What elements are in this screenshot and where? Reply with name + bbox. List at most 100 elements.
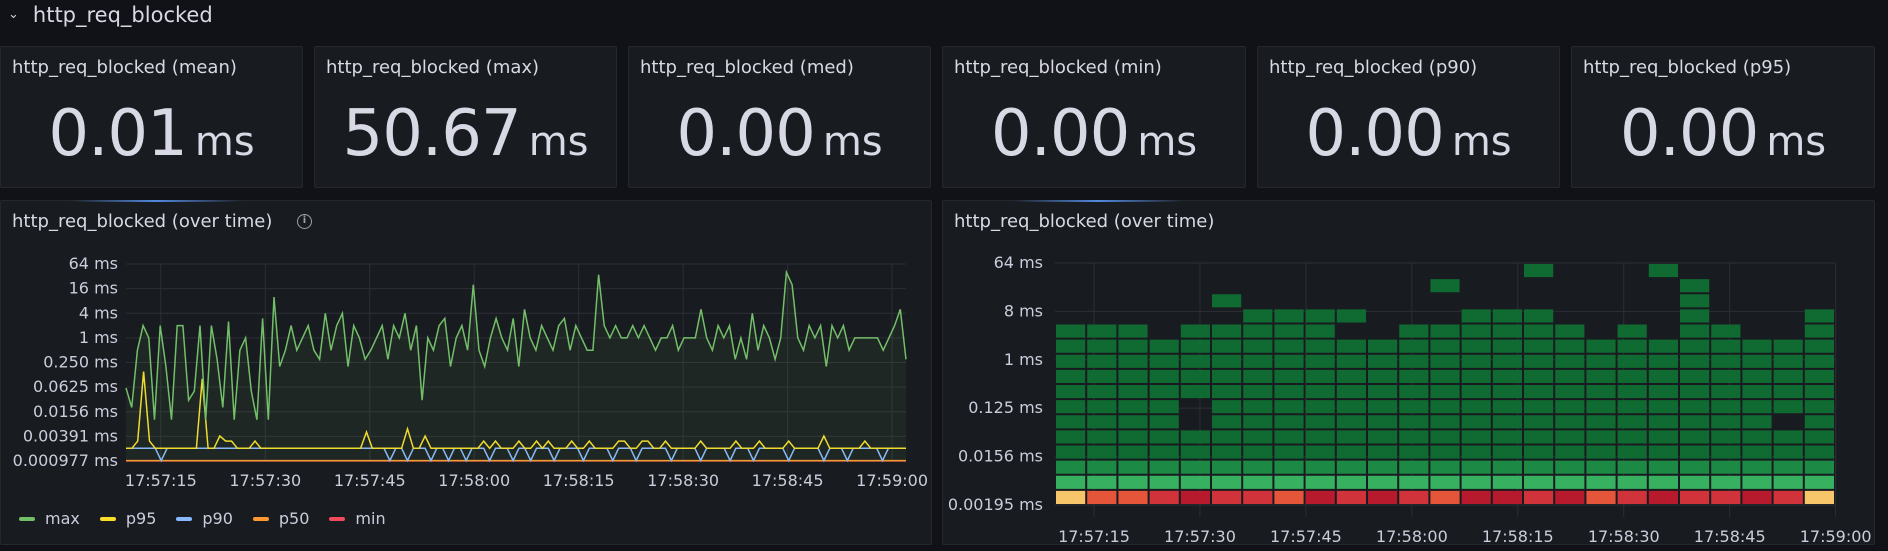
heatmap-cell — [1555, 354, 1585, 368]
heatmap-cell — [1430, 490, 1460, 504]
heatmap-cell — [1180, 324, 1210, 338]
heatmap-cell — [1149, 460, 1179, 474]
x-tick-label: 17:57:30 — [1164, 527, 1236, 546]
heatmap-cell — [1212, 385, 1242, 399]
heatmap-cell — [1243, 369, 1273, 383]
heatmap-cell — [1399, 445, 1429, 459]
heatmap-cell — [1399, 400, 1429, 414]
y-tick-label: 0.0156 ms — [958, 447, 1043, 466]
heatmap-cell — [1118, 385, 1148, 399]
heatmap-cell — [1118, 369, 1148, 383]
heatmap-cell — [1617, 430, 1647, 444]
timeseries-chart[interactable]: 64 ms 16 ms 4 ms 1 ms 0.250 ms 0.0625 ms 0.015… — [1, 241, 933, 531]
heatmap-cell — [1087, 490, 1117, 504]
y-tick-label: 0.00391 ms — [23, 426, 118, 445]
x-tick-label: 17:58:15 — [1482, 527, 1554, 546]
heatmap-cell — [1524, 385, 1554, 399]
legend-item-max[interactable]: max — [19, 509, 80, 528]
heatmap-cell — [1087, 385, 1117, 399]
heatmap-cell — [1711, 490, 1741, 504]
heatmap-cell — [1212, 324, 1242, 338]
heatmap-cell — [1711, 445, 1741, 459]
heatmap-cell — [1118, 490, 1148, 504]
heatmap-cell — [1804, 460, 1834, 474]
heatmap-cell — [1742, 430, 1772, 444]
heatmap-cell — [1305, 415, 1335, 429]
heatmap-cell — [1648, 445, 1678, 459]
heatmap-cell — [1305, 369, 1335, 383]
heatmap-cell — [1087, 354, 1117, 368]
heatmap-cell — [1804, 430, 1834, 444]
heatmap-chart[interactable]: 64 ms 8 ms 1 ms 0.125 ms 0.0156 ms 0.00195 ms… — [943, 241, 1876, 546]
heatmap-cell — [1056, 460, 1086, 474]
heatmap-cell — [1430, 415, 1460, 429]
heatmap-cell — [1680, 294, 1710, 308]
legend-item-min[interactable]: min — [329, 509, 386, 528]
heatmap-cell — [1804, 445, 1834, 459]
series-area-max — [126, 272, 906, 461]
heatmap-cell — [1212, 294, 1242, 308]
heatmap-cell — [1492, 369, 1522, 383]
heatmap-cell — [1804, 369, 1834, 383]
heatmap-cell — [1773, 460, 1803, 474]
stat-unit: ms — [1137, 119, 1198, 165]
y-tick-label: 64 ms — [69, 254, 118, 273]
stat-panel-med[interactable]: http_req_blocked (med) 0.00 ms — [628, 46, 931, 188]
heatmap-cell — [1399, 475, 1429, 489]
heatmap-cell — [1773, 490, 1803, 504]
heatmap-cell — [1368, 430, 1398, 444]
heatmap-cell — [1305, 460, 1335, 474]
stat-panel-p90[interactable]: http_req_blocked (p90) 0.00 ms — [1257, 46, 1560, 188]
stat-number: 0.00 — [676, 97, 815, 171]
info-icon[interactable]: i — [297, 214, 312, 229]
heatmap-cell — [1336, 309, 1366, 323]
stat-panel-mean[interactable]: http_req_blocked (mean) 0.01 ms — [0, 46, 303, 188]
legend-item-p90[interactable]: p90 — [176, 509, 233, 528]
heatmap-cell — [1056, 369, 1086, 383]
x-tick-label: 17:57:30 — [229, 471, 301, 490]
row-header[interactable]: ⌄ http_req_blocked — [8, 0, 213, 30]
heatmap-cell — [1149, 490, 1179, 504]
stat-panel-max[interactable]: http_req_blocked (max) 50.67 ms — [314, 46, 617, 188]
timeseries-panel[interactable]: http_req_blocked (over time) i 64 ms 16 m… — [0, 200, 932, 545]
heatmap-cell — [1773, 369, 1803, 383]
heatmap-cell — [1368, 445, 1398, 459]
heatmap-cell — [1680, 339, 1710, 353]
heatmap-cell — [1492, 490, 1522, 504]
heatmap-cell — [1274, 385, 1304, 399]
heatmap-cell — [1617, 339, 1647, 353]
heatmap-cell — [1305, 324, 1335, 338]
y-tick-label: 0.125 ms — [968, 398, 1043, 417]
heatmap-cell — [1305, 385, 1335, 399]
heatmap-cell — [1586, 385, 1616, 399]
legend-item-p50[interactable]: p50 — [252, 509, 309, 528]
chevron-down-icon[interactable]: ⌄ — [8, 7, 19, 22]
heatmap-cell — [1555, 490, 1585, 504]
x-tick-label: 17:57:45 — [1270, 527, 1342, 546]
heatmap-cell — [1586, 415, 1616, 429]
stat-unit: ms — [822, 119, 883, 165]
heatmap-cell — [1555, 460, 1585, 474]
heatmap-cell — [1243, 385, 1273, 399]
legend-item-p95[interactable]: p95 — [99, 509, 156, 528]
stat-number: 50.67 — [342, 97, 521, 171]
heatmap-cell — [1524, 490, 1554, 504]
stat-panel-min[interactable]: http_req_blocked (min) 0.00 ms — [942, 46, 1246, 188]
heatmap-cell — [1804, 415, 1834, 429]
heatmap-cell — [1617, 415, 1647, 429]
stat-panel-p95[interactable]: http_req_blocked (p95) 0.00 ms — [1571, 46, 1875, 188]
heatmap-cell — [1399, 430, 1429, 444]
heatmap-cell — [1368, 460, 1398, 474]
heatmap-panel[interactable]: http_req_blocked (over time) 64 ms 8 ms 1 … — [942, 200, 1876, 546]
heatmap-cell — [1492, 415, 1522, 429]
heatmap-cell — [1586, 460, 1616, 474]
heatmap-cell — [1680, 490, 1710, 504]
heatmap-cell — [1243, 415, 1273, 429]
heatmap-cell — [1212, 369, 1242, 383]
stat-number: 0.00 — [1305, 97, 1444, 171]
heatmap-cell — [1399, 415, 1429, 429]
heatmap-cell — [1305, 309, 1335, 323]
heatmap-cell — [1399, 339, 1429, 353]
heatmap-cell — [1430, 445, 1460, 459]
heatmap-cell — [1461, 339, 1491, 353]
